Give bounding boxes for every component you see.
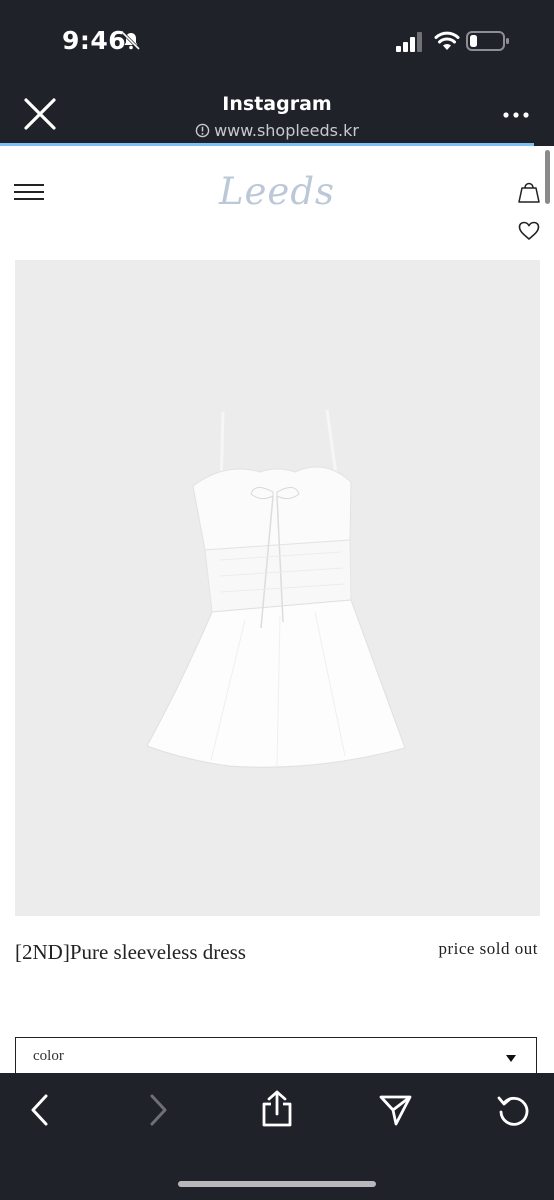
info-icon — [195, 123, 210, 138]
product-price: price sold out — [438, 939, 538, 958]
send-icon[interactable] — [379, 1093, 413, 1127]
page-load-progress — [0, 143, 534, 146]
chevron-right-icon[interactable] — [146, 1093, 170, 1127]
more-icon[interactable] — [502, 110, 530, 120]
scrollbar[interactable] — [545, 150, 550, 204]
share-icon[interactable] — [260, 1090, 294, 1128]
bell-muted-icon — [121, 31, 141, 51]
url-text: www.shopleeds.kr — [214, 121, 359, 140]
product-name: [2ND]Pure sleeveless dress — [15, 940, 246, 964]
chevron-left-icon[interactable] — [28, 1093, 52, 1127]
dress-illustration — [146, 409, 406, 768]
reload-icon[interactable] — [496, 1093, 532, 1129]
site-logo[interactable]: Leeds — [0, 170, 554, 213]
caret-down-icon — [506, 1055, 516, 1062]
product-image[interactable] — [15, 260, 540, 916]
signal-icon — [396, 32, 422, 52]
status-time: 9:46 — [62, 26, 127, 55]
wifi-icon — [434, 31, 460, 50]
home-indicator[interactable] — [178, 1181, 376, 1187]
url-display[interactable]: www.shopleeds.kr — [0, 121, 554, 140]
browser-app-title: Instagram — [222, 93, 332, 115]
heart-icon[interactable] — [518, 221, 540, 241]
bag-icon[interactable] — [518, 180, 540, 204]
browser-top-bar: 9:46 Instagram www.shopleeds.kr — [0, 0, 554, 146]
battery-icon — [466, 31, 509, 51]
color-select-label: color — [33, 1048, 64, 1064]
